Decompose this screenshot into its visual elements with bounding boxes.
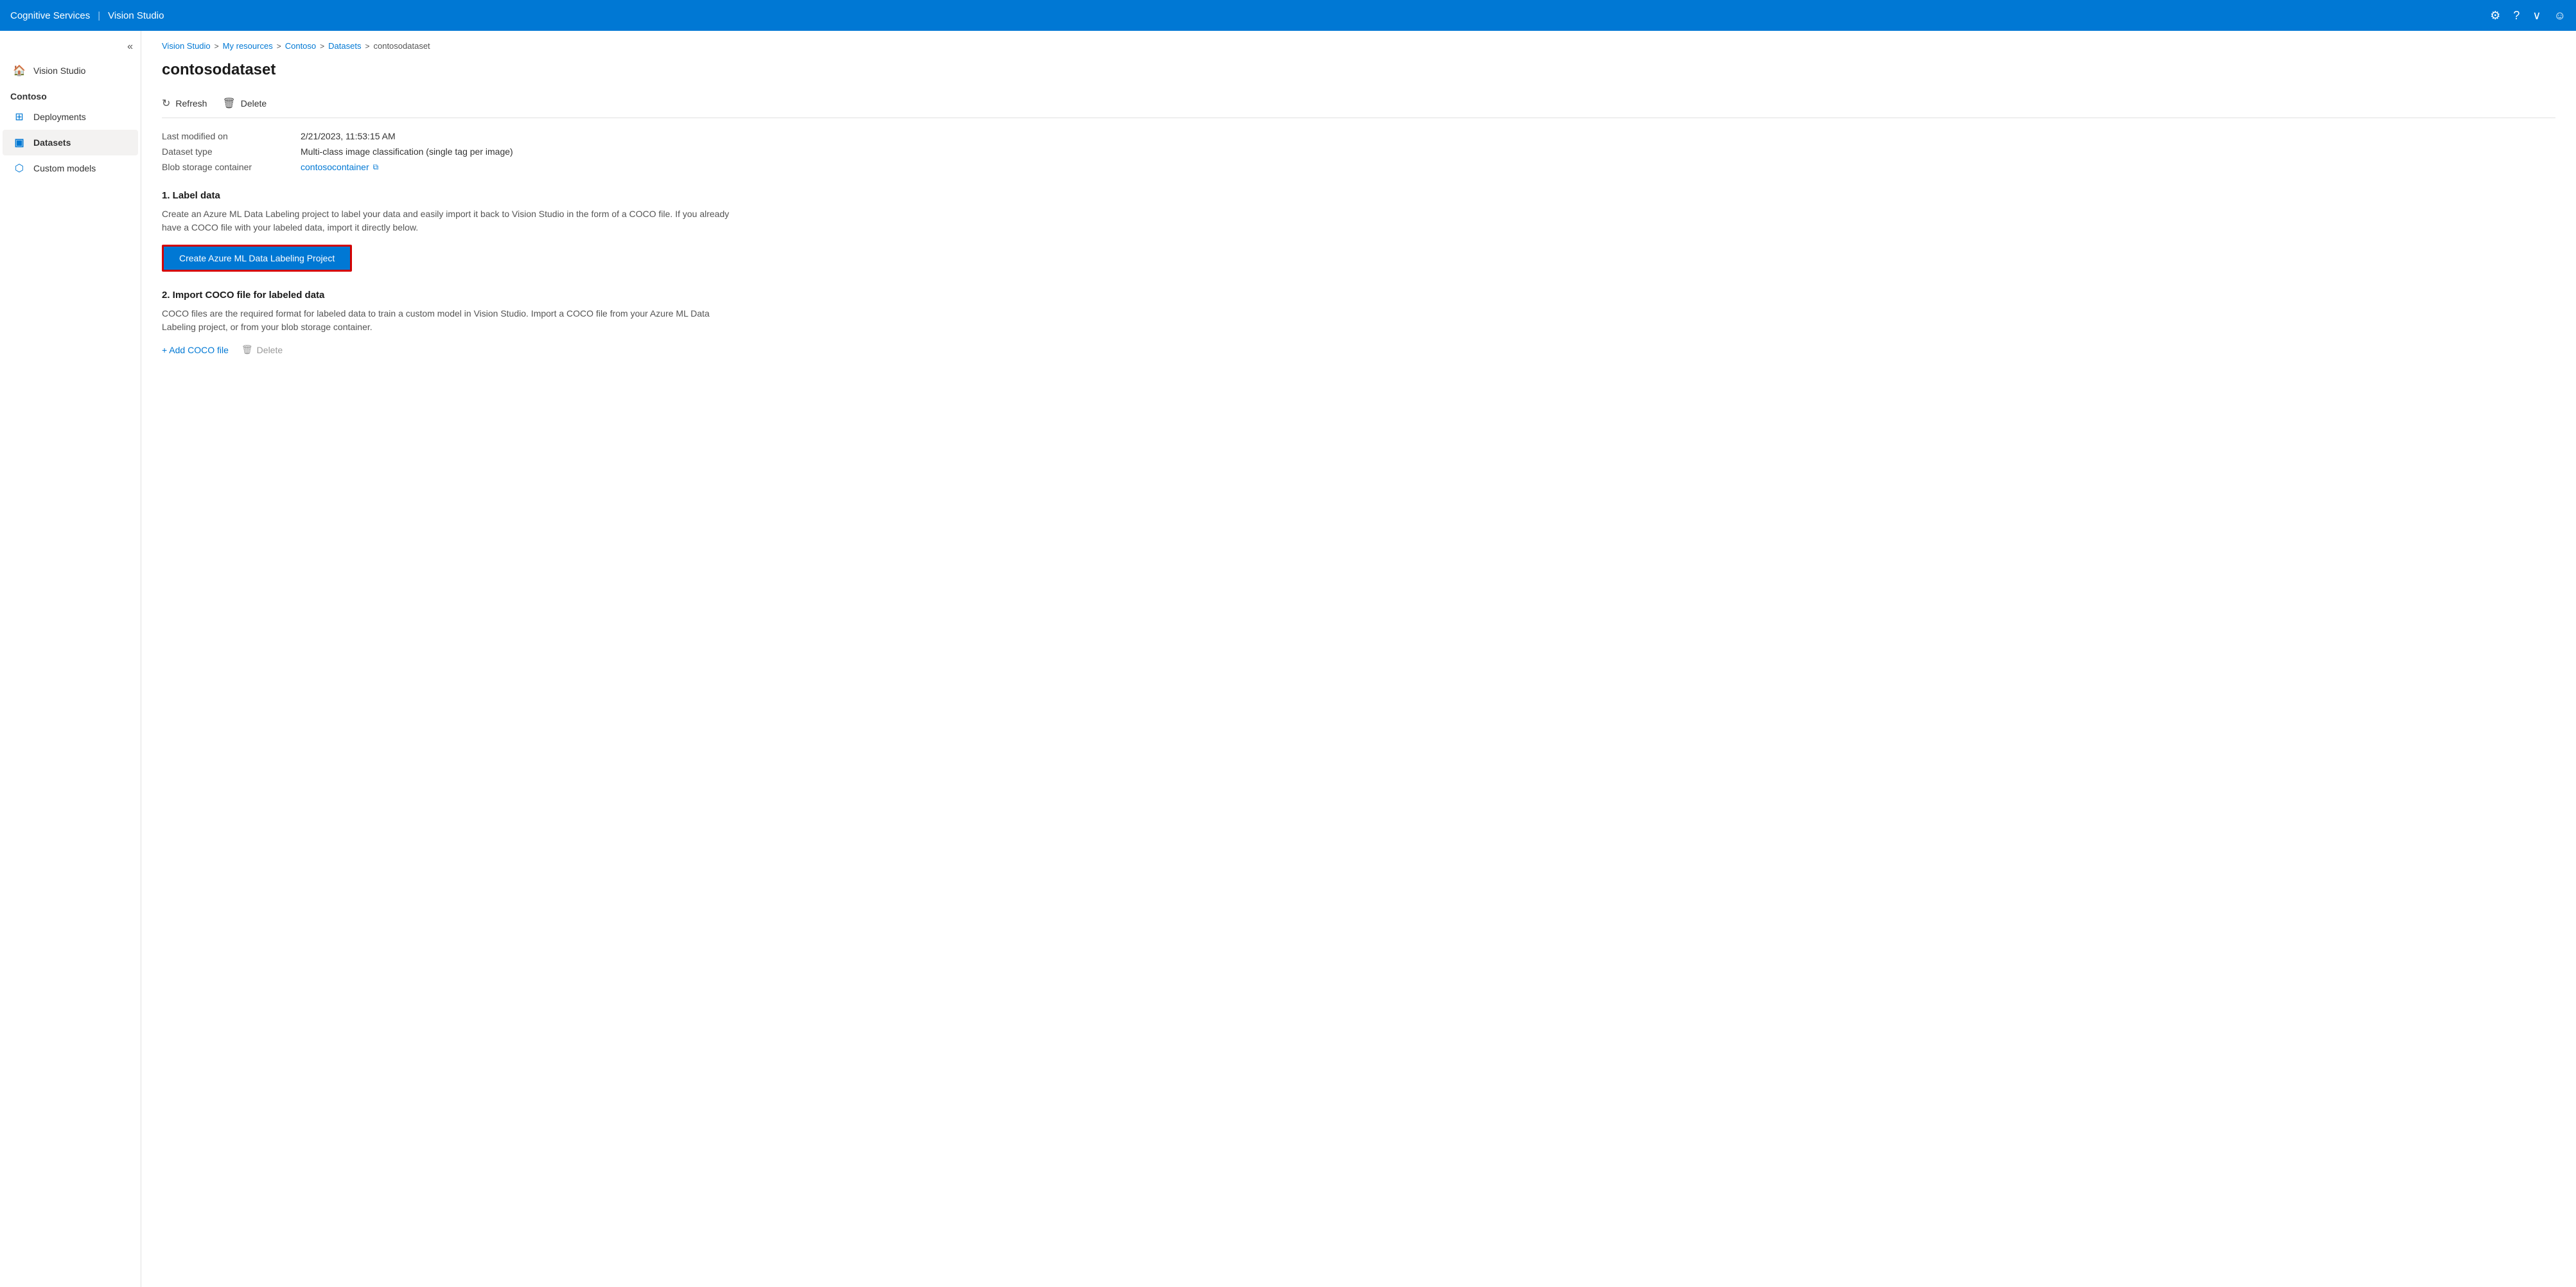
settings-icon[interactable]: ⚙ — [2490, 9, 2500, 22]
last-modified-value: 2/21/2023, 11:53:15 AM — [301, 131, 2555, 141]
breadcrumb-sep-1: > — [215, 42, 219, 51]
coco-delete-button[interactable]: 🗑 Delete — [241, 344, 283, 355]
datasets-icon: ▣ — [13, 136, 26, 149]
dataset-type-label: Dataset type — [162, 146, 290, 157]
refresh-button[interactable]: ↻ Refresh — [162, 94, 207, 112]
page-title: contosodataset — [162, 61, 2555, 79]
section-import-coco: 2. Import COCO file for labeled data COC… — [162, 290, 2555, 355]
dropdown-icon[interactable]: ∨ — [2532, 9, 2541, 22]
custom-models-icon: ⬡ — [13, 162, 26, 175]
add-coco-button[interactable]: + Add COCO file — [162, 345, 229, 355]
sidebar: « 🏠 Vision Studio Contoso ⊞ Deployments … — [0, 31, 141, 1287]
help-icon[interactable]: ? — [2513, 9, 2519, 22]
toolbar: ↻ Refresh 🗑 Delete — [162, 89, 2555, 118]
blob-storage-value-wrapper: contosocontainer ⧉ — [301, 162, 2555, 172]
add-coco-label: + Add COCO file — [162, 345, 229, 355]
main-content: Vision Studio > My resources > Contoso >… — [141, 31, 2576, 1287]
coco-delete-label: Delete — [257, 345, 283, 355]
breadcrumb-contoso[interactable]: Contoso — [285, 41, 316, 51]
breadcrumb-current: contosodataset — [373, 41, 430, 51]
top-nav: Cognitive Services | Vision Studio ⚙ ? ∨… — [0, 0, 2576, 31]
refresh-label: Refresh — [175, 98, 207, 109]
home-icon: 🏠 — [13, 64, 26, 77]
nav-separator: | — [98, 10, 100, 21]
breadcrumb-sep-3: > — [320, 42, 324, 51]
app-title: Cognitive Services | Vision Studio — [10, 10, 164, 21]
deployments-icon: ⊞ — [13, 110, 26, 123]
sidebar-label-custom-models: Custom models — [33, 163, 96, 173]
delete-icon: 🗑 — [222, 97, 235, 110]
breadcrumb-datasets[interactable]: Datasets — [328, 41, 361, 51]
collapse-button[interactable]: « — [0, 36, 141, 58]
delete-button[interactable]: 🗑 Delete — [222, 94, 267, 112]
breadcrumb: Vision Studio > My resources > Contoso >… — [162, 41, 2555, 51]
product-name: Vision Studio — [108, 10, 164, 21]
coco-action-row: + Add COCO file 🗑 Delete — [162, 344, 2555, 355]
coco-delete-icon: 🗑 — [241, 344, 253, 355]
sidebar-label-deployments: Deployments — [33, 112, 86, 122]
section-label-data: 1. Label data Create an Azure ML Data La… — [162, 190, 2555, 290]
sidebar-label-vision-studio: Vision Studio — [33, 66, 85, 76]
section2-title: 2. Import COCO file for labeled data — [162, 290, 2555, 301]
sidebar-item-deployments[interactable]: ⊞ Deployments — [3, 104, 138, 130]
dataset-type-value: Multi-class image classification (single… — [301, 146, 2555, 157]
breadcrumb-my-resources[interactable]: My resources — [223, 41, 273, 51]
last-modified-label: Last modified on — [162, 131, 290, 141]
breadcrumb-sep-4: > — [365, 42, 369, 51]
create-labeling-project-button[interactable]: Create Azure ML Data Labeling Project — [162, 245, 352, 272]
delete-label: Delete — [241, 98, 267, 109]
section2-description: COCO files are the required format for l… — [162, 307, 740, 334]
sidebar-section-label: Contoso — [0, 83, 141, 104]
external-link-icon: ⧉ — [373, 162, 379, 172]
breadcrumb-sep-2: > — [277, 42, 281, 51]
sidebar-item-custom-models[interactable]: ⬡ Custom models — [3, 155, 138, 181]
section1-title: 1. Label data — [162, 190, 2555, 201]
sidebar-item-vision-studio[interactable]: 🏠 Vision Studio — [3, 58, 138, 83]
refresh-icon: ↻ — [162, 97, 170, 110]
sidebar-label-datasets: Datasets — [33, 137, 71, 148]
app-name: Cognitive Services — [10, 10, 90, 21]
sidebar-item-datasets[interactable]: ▣ Datasets — [3, 130, 138, 155]
properties-grid: Last modified on 2/21/2023, 11:53:15 AM … — [162, 131, 2555, 172]
blob-storage-label: Blob storage container — [162, 162, 290, 172]
top-nav-actions: ⚙ ? ∨ ☺ — [2490, 9, 2566, 22]
section1-description: Create an Azure ML Data Labeling project… — [162, 207, 740, 234]
blob-storage-link[interactable]: contosocontainer ⧉ — [301, 162, 2555, 172]
breadcrumb-vision-studio[interactable]: Vision Studio — [162, 41, 211, 51]
main-layout: « 🏠 Vision Studio Contoso ⊞ Deployments … — [0, 31, 2576, 1287]
user-icon[interactable]: ☺ — [2554, 9, 2566, 22]
